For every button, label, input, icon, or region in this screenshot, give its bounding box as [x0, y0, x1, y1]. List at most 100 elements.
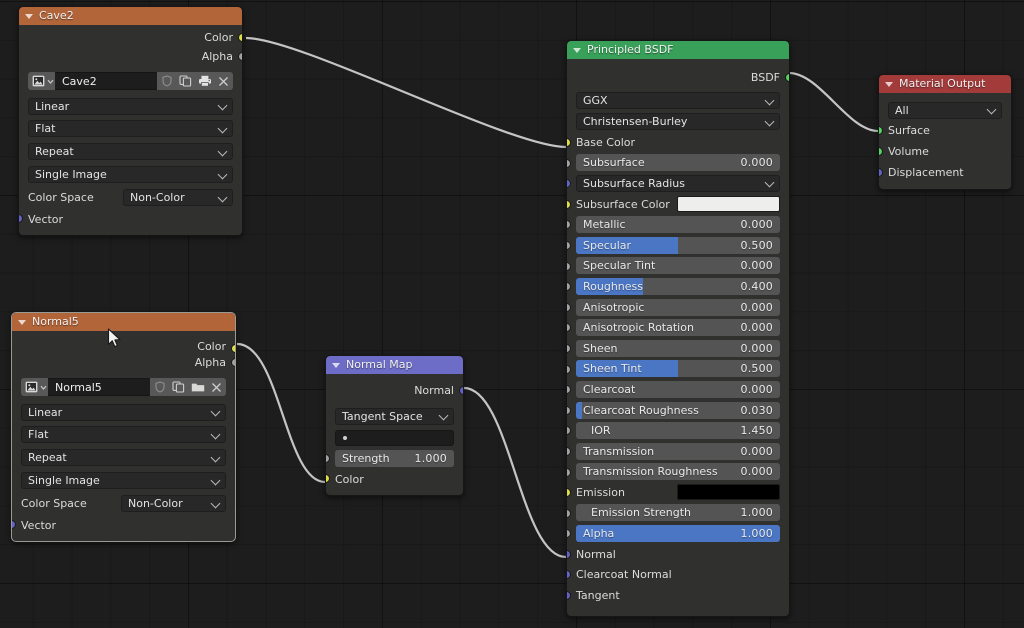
- normal5-interpolation-row[interactable]: Linear: [12, 401, 235, 423]
- principled-row-emission-strength[interactable]: Emission Strength 1.000: [567, 503, 789, 524]
- slider-transmission[interactable]: Transmission 0.000: [576, 442, 780, 460]
- pack-icon-button[interactable]: [195, 72, 214, 90]
- material-output-input-volume[interactable]: Volume: [879, 141, 1011, 162]
- node-normal-map-header[interactable]: Normal Map: [326, 356, 463, 374]
- node-cave2-output-color[interactable]: Color: [19, 28, 242, 47]
- socket-in-clearcoat[interactable]: [567, 385, 571, 395]
- slider-roughness[interactable]: Roughness 0.400: [576, 277, 780, 295]
- cave2-projection-dropdown[interactable]: Flat: [28, 120, 233, 137]
- normal5-extension-dropdown[interactable]: Repeat: [21, 449, 226, 466]
- material-output-input-displacement[interactable]: Displacement: [879, 162, 1011, 183]
- socket-in-roughness[interactable]: [567, 282, 571, 292]
- socket-out-bsdf[interactable]: [785, 73, 789, 82]
- normal-map-strength-row[interactable]: Strength 1.000: [326, 448, 463, 469]
- chevron-down-icon[interactable]: [47, 78, 54, 85]
- node-editor-canvas[interactable]: Cave2 Color Alpha Cave2 Linear Flat Repe…: [0, 0, 1024, 628]
- socket-in-subsurface[interactable]: [567, 158, 571, 168]
- normal5-source-row[interactable]: Single Image: [12, 469, 235, 492]
- slider-transmission-roughness[interactable]: Transmission Roughness 0.000: [576, 463, 780, 481]
- normal5-image-datablock[interactable]: Normal5: [12, 378, 235, 396]
- socket-in-vector[interactable]: [19, 214, 23, 223]
- principled-row-subsurface-color[interactable]: Subsurface Color: [567, 194, 789, 215]
- slider-subsurface[interactable]: Subsurface 0.000: [576, 154, 780, 172]
- slider-ior[interactable]: IOR 1.450: [576, 422, 780, 440]
- socket-in-surface[interactable]: [879, 126, 883, 135]
- socket-in-subsurface-color[interactable]: [567, 199, 571, 209]
- socket-in-transmission[interactable]: [567, 446, 571, 456]
- socket-in-normal[interactable]: [567, 549, 571, 559]
- folder-icon-button[interactable]: [188, 378, 207, 396]
- principled-distribution-row[interactable]: GGX: [567, 90, 789, 111]
- principled-row-anisotropic-rotation[interactable]: Anisotropic Rotation 0.000: [567, 317, 789, 338]
- slider-emission-strength[interactable]: Emission Strength 1.000: [576, 504, 780, 522]
- normal-map-input-color[interactable]: Color: [326, 469, 463, 489]
- principled-row-transmission[interactable]: Transmission 0.000: [567, 441, 789, 462]
- close-icon-button[interactable]: [207, 378, 226, 396]
- socket-in-emission[interactable]: [567, 488, 571, 498]
- socket-in-metallic[interactable]: [567, 220, 571, 230]
- socket-in-base-color[interactable]: [567, 138, 571, 147]
- socket-in-anisotropic-rotation[interactable]: [567, 323, 571, 333]
- principled-row-ior[interactable]: IOR 1.450: [567, 420, 789, 441]
- socket-in-anisotropic[interactable]: [567, 302, 571, 312]
- principled-row-clearcoat-roughness[interactable]: Clearcoat Roughness 0.030: [567, 400, 789, 421]
- normal-map-space-row[interactable]: Tangent Space: [326, 405, 463, 427]
- socket-in-tangent[interactable]: [567, 591, 571, 601]
- cave2-extension-row[interactable]: Repeat: [19, 140, 242, 163]
- node-normal-map[interactable]: Normal Map Normal Tangent Space Strength…: [325, 355, 464, 496]
- principled-row-transmission-roughness[interactable]: Transmission Roughness 0.000: [567, 462, 789, 483]
- node-normal5-output-alpha[interactable]: Alpha: [12, 353, 235, 372]
- node-principled-bsdf[interactable]: Principled BSDF BSDF GGX Christensen-Bur…: [566, 40, 790, 617]
- normal5-input-vector[interactable]: Vector: [12, 515, 235, 535]
- principled-row-tangent[interactable]: Tangent: [567, 585, 789, 606]
- slider-anisotropic[interactable]: Anisotropic 0.000: [576, 298, 780, 316]
- principled-row-subsurface[interactable]: Subsurface 0.000: [567, 153, 789, 174]
- node-principled-output-bsdf[interactable]: BSDF: [567, 62, 789, 86]
- normal5-colorspace-row[interactable]: Color Space Non-Color: [12, 492, 235, 515]
- image-browse-button[interactable]: [28, 72, 55, 90]
- cave2-input-vector[interactable]: Vector: [19, 209, 242, 229]
- image-browse-button[interactable]: [21, 378, 48, 396]
- node-normal5-output-color[interactable]: Color: [12, 334, 235, 353]
- principled-row-normal[interactable]: Normal: [567, 544, 789, 565]
- node-principled-header[interactable]: Principled BSDF: [567, 41, 789, 59]
- node-cave2[interactable]: Cave2 Color Alpha Cave2 Linear Flat Repe…: [18, 6, 243, 236]
- slider-sheen[interactable]: Sheen 0.000: [576, 339, 780, 357]
- socket-in-subsurface-radius[interactable]: [567, 179, 571, 189]
- socket-in-specular[interactable]: [567, 240, 571, 250]
- node-cave2-output-alpha[interactable]: Alpha: [19, 47, 242, 66]
- socket-out-alpha[interactable]: [231, 358, 235, 367]
- duplicate-icon-button[interactable]: [176, 72, 195, 90]
- normal-map-space-dropdown[interactable]: Tangent Space: [335, 407, 454, 425]
- slider-clearcoat-roughness[interactable]: Clearcoat Roughness 0.030: [576, 401, 780, 419]
- normal5-colorspace-dropdown[interactable]: Non-Color: [121, 495, 226, 512]
- normal-map-strength-slider[interactable]: Strength 1.000: [335, 450, 454, 467]
- principled-row-alpha[interactable]: Alpha 1.000: [567, 523, 789, 544]
- shield-icon-button[interactable]: [157, 72, 176, 90]
- chevron-down-icon[interactable]: [40, 384, 47, 391]
- normal5-image-name[interactable]: Normal5: [48, 378, 150, 396]
- principled-row-sheen[interactable]: Sheen 0.000: [567, 338, 789, 359]
- socket-out-normal[interactable]: [459, 386, 463, 395]
- slider-specular-tint[interactable]: Specular Tint 0.000: [576, 257, 780, 275]
- collapse-triangle-icon[interactable]: [25, 13, 33, 19]
- socket-in-alpha[interactable]: [567, 529, 571, 539]
- principled-row-base-color[interactable]: Base Color: [567, 132, 789, 153]
- socket-in-emission-strength[interactable]: [567, 508, 571, 518]
- normal-map-uv-row[interactable]: [326, 427, 463, 448]
- cave2-interpolation-row[interactable]: Linear: [19, 95, 242, 117]
- socket-in-clearcoat-roughness[interactable]: [567, 405, 571, 415]
- shield-icon-button[interactable]: [150, 378, 169, 396]
- slider-anisotropic-rotation[interactable]: Anisotropic Rotation 0.000: [576, 319, 780, 337]
- principled-sss-method-dropdown[interactable]: Christensen-Burley: [576, 113, 780, 130]
- socket-in-transmission-roughness[interactable]: [567, 467, 571, 477]
- principled-row-specular-tint[interactable]: Specular Tint 0.000: [567, 256, 789, 277]
- cave2-extension-dropdown[interactable]: Repeat: [28, 143, 233, 160]
- principled-row-anisotropic[interactable]: Anisotropic 0.000: [567, 297, 789, 318]
- node-material-output-header[interactable]: Material Output: [879, 75, 1011, 93]
- normal5-source-dropdown[interactable]: Single Image: [21, 472, 226, 489]
- principled-row-specular[interactable]: Specular 0.500: [567, 235, 789, 256]
- socket-in-clearcoat-normal[interactable]: [567, 570, 571, 580]
- close-icon-button[interactable]: [214, 72, 233, 90]
- principled-row-sheen-tint[interactable]: Sheen Tint 0.500: [567, 359, 789, 380]
